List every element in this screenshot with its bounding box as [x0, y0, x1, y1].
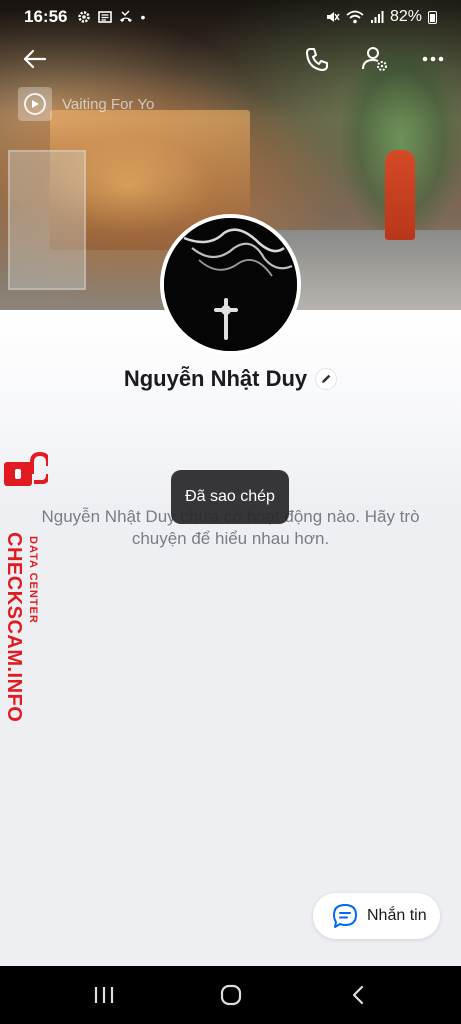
avatar[interactable] — [160, 214, 301, 355]
user-settings-icon — [362, 47, 387, 71]
wifi-icon — [346, 10, 364, 24]
play-icon — [24, 93, 46, 115]
arrow-left-icon — [23, 49, 47, 69]
profile-content — [0, 310, 461, 966]
chevron-left-icon — [352, 985, 363, 1005]
send-message-button[interactable]: Nhắn tin — [313, 893, 440, 939]
signal-icon — [370, 11, 384, 23]
status-right-icons: 82% — [326, 8, 437, 26]
send-message-label: Nhắn tin — [367, 907, 427, 924]
profile-name: Nguyễn Nhật Duy — [123, 366, 308, 391]
more-options-button[interactable] — [418, 44, 448, 74]
watermark-text-group: CHECKSCAM.INFO DATA CENTER — [0, 492, 50, 722]
edit-name-button[interactable] — [315, 368, 338, 390]
phone-icon — [306, 48, 328, 71]
cover-shelf — [8, 150, 86, 290]
lock-icon — [4, 452, 48, 486]
news-icon — [98, 11, 113, 23]
home-icon — [220, 984, 241, 1006]
recent-apps-button[interactable] — [84, 975, 124, 1015]
more-dots-icon — [422, 56, 444, 62]
mute-icon — [326, 12, 340, 22]
profile-music[interactable]: Vaiting For Yo — [18, 87, 157, 121]
watermark-sub-text: DATA CENTER — [27, 536, 39, 624]
gear-icon — [78, 11, 91, 23]
status-time: 16:56 — [24, 7, 68, 26]
copied-toast: Đã sao chép — [171, 470, 289, 524]
top-action-bar — [0, 42, 461, 76]
watermark: CHECKSCAM.INFO DATA CENTER — [0, 452, 50, 722]
battery-percent: 82% — [389, 8, 422, 25]
battery-icon — [428, 10, 437, 24]
pencil-icon — [322, 374, 331, 383]
missed-call-icon — [120, 10, 133, 22]
watermark-main-text: CHECKSCAM.INFO — [3, 532, 25, 723]
profile-name-row: Nguyễn Nhật Duy — [0, 366, 461, 392]
avatar-image — [164, 218, 297, 351]
status-left-icons: • — [77, 9, 145, 25]
status-dot: • — [140, 9, 146, 25]
system-nav-bar — [0, 966, 461, 1024]
call-button[interactable] — [302, 44, 332, 74]
music-play-button[interactable] — [18, 87, 52, 121]
music-song-title: Vaiting For Yo — [62, 95, 155, 113]
system-back-button[interactable] — [338, 975, 378, 1015]
cover-mailbox — [385, 150, 415, 240]
status-bar: 16:56 • 82% — [0, 0, 461, 34]
recent-apps-icon — [94, 987, 113, 1003]
profile-settings-button[interactable] — [360, 44, 390, 74]
home-button[interactable] — [211, 975, 251, 1015]
back-button[interactable] — [20, 44, 50, 74]
chat-bubble-icon — [333, 904, 357, 928]
